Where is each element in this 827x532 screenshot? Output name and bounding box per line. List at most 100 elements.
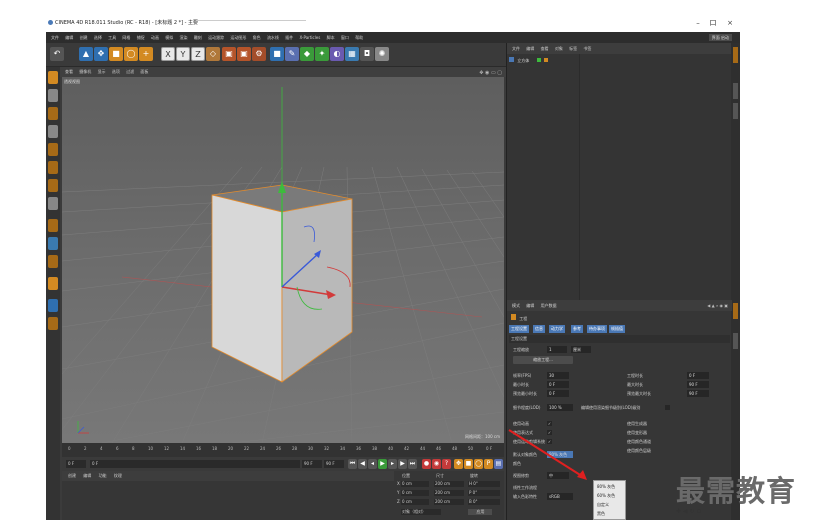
texture-mode-icon[interactable] <box>48 107 58 120</box>
coord-size-z[interactable]: 200 cm <box>434 499 464 505</box>
key-rotation-icon[interactable]: ◯ <box>474 459 483 469</box>
frame-range-slider[interactable]: 0 F <box>90 460 300 468</box>
object-row-cube[interactable]: 立方体 <box>509 57 729 65</box>
coord-pos-x[interactable]: 0 cm <box>401 481 429 487</box>
menu-xparticles[interactable]: X-Particles <box>300 32 321 43</box>
obj-menu-edit[interactable]: 编辑 <box>526 43 534 54</box>
cube-icon[interactable]: ■ <box>270 47 284 61</box>
keyframe-selection-icon[interactable]: ? <box>442 459 451 469</box>
menu-character[interactable]: 角色 <box>253 32 261 43</box>
array-icon[interactable]: ✦ <box>315 47 329 61</box>
obj-menu-file[interactable]: 文件 <box>512 43 520 54</box>
key-scale-icon[interactable]: ■ <box>464 459 473 469</box>
select-arrow-icon[interactable]: ▲ <box>79 47 93 61</box>
close-button[interactable]: × <box>723 14 737 32</box>
current-frame-field[interactable]: 0 F <box>66 460 86 468</box>
mat-menu-create[interactable]: 创建 <box>68 471 76 481</box>
content-browser-tab[interactable] <box>733 83 738 99</box>
render-pic-icon[interactable]: ▣ <box>237 47 251 61</box>
vp-menu-camera[interactable]: 摄像机 <box>79 67 91 77</box>
layers-tab[interactable] <box>733 333 738 349</box>
dropdown-option[interactable]: 黑色 <box>597 510 605 517</box>
obj-menu-bookmarks[interactable]: 书签 <box>583 43 591 54</box>
tweak-icon[interactable] <box>48 219 58 232</box>
menu-select[interactable]: 选择 <box>94 32 102 43</box>
floor-icon[interactable]: ▦ <box>345 47 359 61</box>
mat-menu-function[interactable]: 功能 <box>99 471 107 481</box>
coord-size-x[interactable]: 200 cm <box>434 481 464 487</box>
prev-key-icon[interactable]: ◀ <box>358 459 367 469</box>
minimize-button[interactable]: – <box>691 14 705 32</box>
record-icon[interactable]: ● <box>422 459 431 469</box>
polygons-mode-icon[interactable] <box>48 179 58 192</box>
vp-menu-options[interactable]: 选项 <box>112 67 120 77</box>
vp-menu-filter[interactable]: 过滤 <box>126 67 134 77</box>
menu-render[interactable]: 渲染 <box>180 32 188 43</box>
menu-edit[interactable]: 编辑 <box>65 32 73 43</box>
dropdown-option[interactable]: 自定义 <box>597 501 609 508</box>
timeline-layout-icon[interactable]: ▤ <box>494 459 503 469</box>
dropdown-option[interactable]: 60% 灰色 <box>597 492 615 499</box>
end-frame-field[interactable]: 90 F <box>302 460 322 468</box>
axis-mode-icon[interactable] <box>48 197 58 210</box>
render-settings-icon[interactable]: ⚙ <box>252 47 266 61</box>
spline-pen-icon[interactable]: ✎ <box>285 47 299 61</box>
coord-system-icon[interactable]: ◇ <box>206 47 220 61</box>
coord-pos-y[interactable]: 0 cm <box>401 490 429 496</box>
menu-simulate[interactable]: 模拟 <box>165 32 173 43</box>
menu-create[interactable]: 创建 <box>80 32 88 43</box>
key-position-icon[interactable]: ✥ <box>454 459 463 469</box>
points-mode-icon[interactable] <box>48 143 58 156</box>
edges-mode-icon[interactable] <box>48 161 58 174</box>
goto-start-icon[interactable]: ⏮ <box>348 459 357 469</box>
obj-menu-tags[interactable]: 标签 <box>569 43 577 54</box>
autokey-icon[interactable]: ◉ <box>432 459 441 469</box>
menu-snap[interactable]: 捕捉 <box>137 32 145 43</box>
quantize-icon[interactable] <box>48 317 58 330</box>
model-mode-icon[interactable] <box>48 89 58 102</box>
next-frame-icon[interactable]: ▸ <box>388 459 397 469</box>
coord-pos-z[interactable]: 0 cm <box>401 499 429 505</box>
mat-menu-edit[interactable]: 编辑 <box>83 471 91 481</box>
coord-mode-select[interactable]: 对象（相对） <box>401 509 441 515</box>
object-name[interactable]: 立方体 <box>517 58 529 63</box>
tag-icon[interactable] <box>543 58 548 62</box>
scale-icon[interactable]: ■ <box>109 47 123 61</box>
dropdown-option[interactable]: 80% 灰色 <box>597 483 615 490</box>
xray-icon[interactable] <box>48 299 58 312</box>
render-view-icon[interactable]: ▣ <box>222 47 236 61</box>
menu-mesh[interactable]: 网格 <box>122 32 130 43</box>
subdiv-icon[interactable]: ◆ <box>300 47 314 61</box>
obj-menu-objects[interactable]: 对象 <box>555 43 563 54</box>
structure-tab[interactable] <box>733 103 738 119</box>
menu-pipeline[interactable]: 流水线 <box>267 32 279 43</box>
maximize-button[interactable]: 口 <box>706 14 720 32</box>
vp-menu-display[interactable]: 显示 <box>98 67 106 77</box>
rotate-icon[interactable]: ◯ <box>124 47 138 61</box>
vp-menu-view[interactable]: 查看 <box>65 67 73 77</box>
visibility-dot-icon[interactable] <box>536 58 541 62</box>
add-icon[interactable]: + <box>139 47 153 61</box>
axis-x-icon[interactable]: X <box>161 47 175 61</box>
undo-icon[interactable]: ↶ <box>50 47 64 61</box>
menu-motion-tracker[interactable]: 运动跟踪 <box>208 32 224 43</box>
lock-workplane-icon[interactable] <box>48 255 58 268</box>
goto-end-icon[interactable]: ⏭ <box>408 459 417 469</box>
coord-apply-button[interactable]: 应用 <box>468 509 492 515</box>
coord-rot-p[interactable]: P 0° <box>468 490 500 496</box>
mat-menu-texture[interactable]: 纹理 <box>114 471 122 481</box>
vp-menu-panel[interactable]: 面板 <box>140 67 148 77</box>
attributes-tab[interactable] <box>733 303 738 319</box>
coord-size-y[interactable]: 200 cm <box>434 490 464 496</box>
key-param-icon[interactable]: P <box>484 459 493 469</box>
next-key-icon[interactable]: ▶ <box>398 459 407 469</box>
coord-rot-b[interactable]: B 0° <box>468 499 500 505</box>
play-icon[interactable]: ▶ <box>378 459 387 469</box>
menu-sculpt[interactable]: 雕刻 <box>194 32 202 43</box>
deformer-icon[interactable]: ◐ <box>330 47 344 61</box>
perspective-viewport[interactable]: 透视视图 网格间距：100 cm <box>62 77 504 443</box>
snap-icon[interactable] <box>48 237 58 250</box>
coord-rot-h[interactable]: H 0° <box>468 481 500 487</box>
prev-frame-icon[interactable]: ◂ <box>368 459 377 469</box>
layout-selector[interactable]: 界面 启动 <box>708 34 732 41</box>
